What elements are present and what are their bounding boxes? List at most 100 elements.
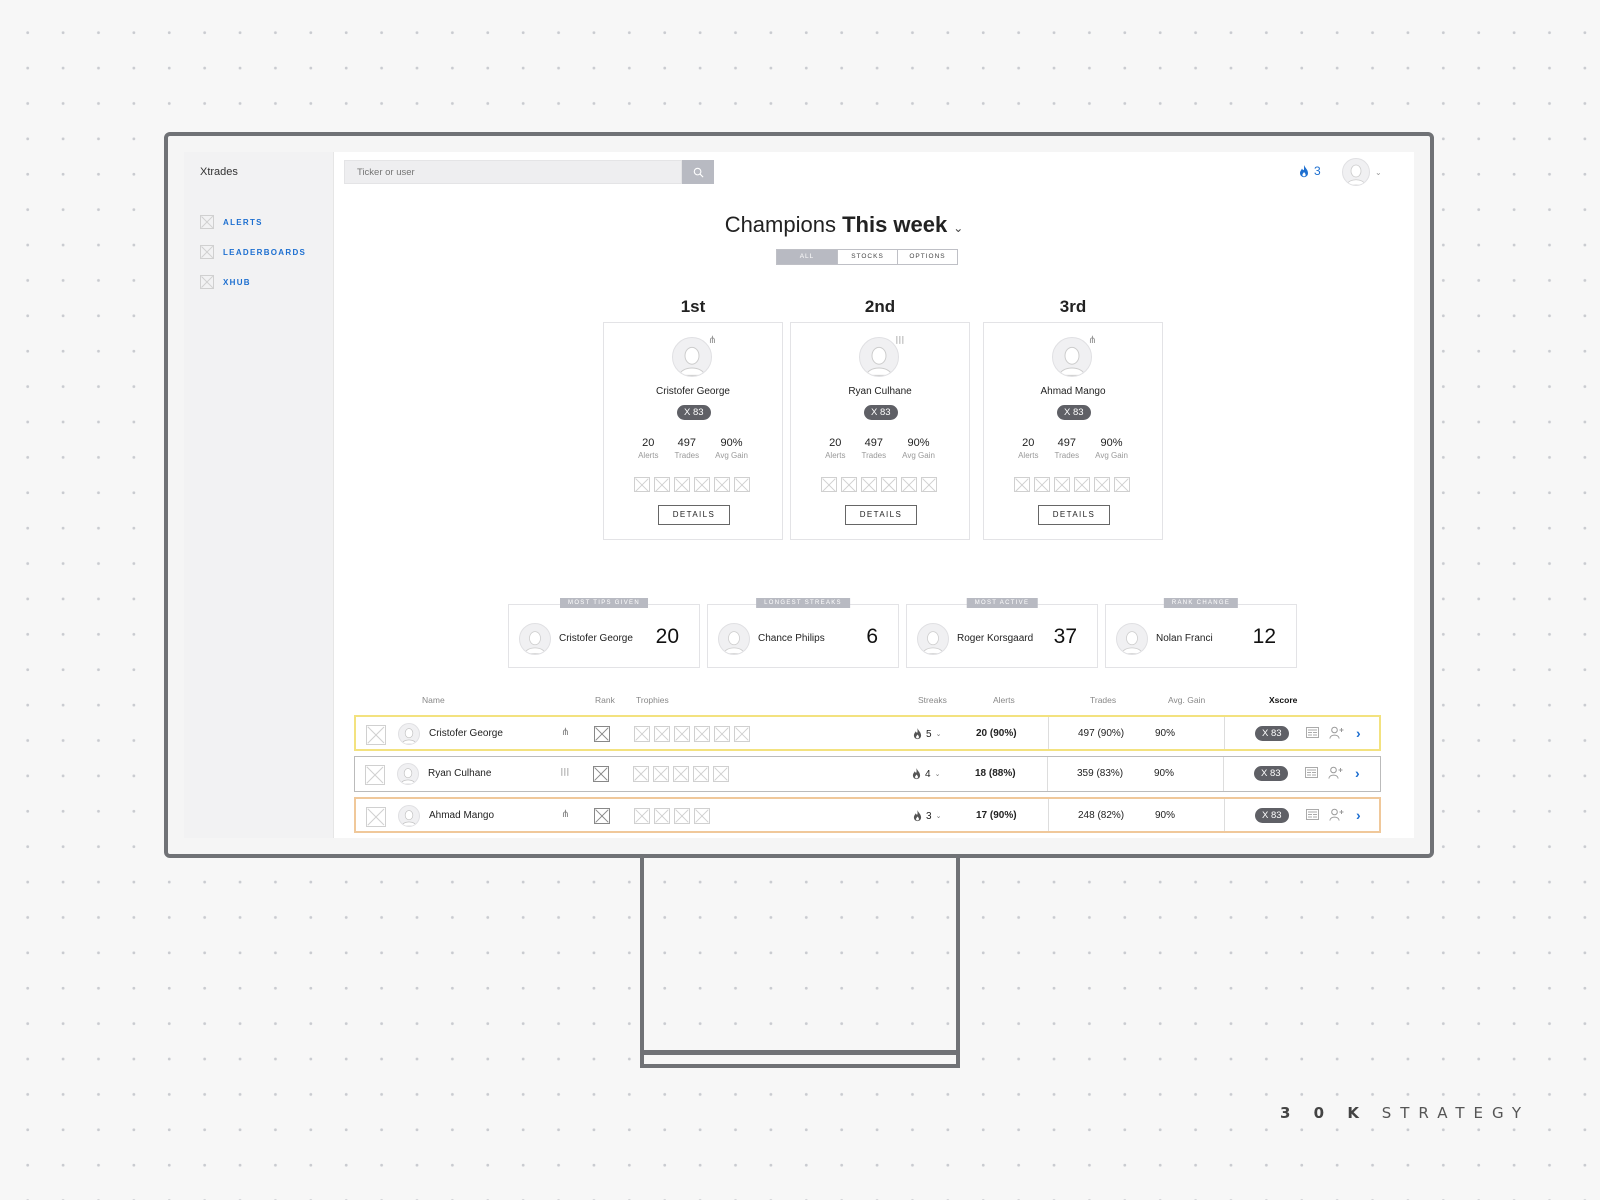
table-row[interactable]: Ryan Culhane ∣∣∣ 4 ⌄ 18 (88%) 359 (83%) … bbox=[354, 756, 1381, 792]
highlight-tag: MOST TIPS GIVEN bbox=[560, 598, 648, 608]
xscore-badge: X 83 bbox=[1254, 766, 1288, 781]
avatar bbox=[1116, 623, 1148, 655]
trophy-icon bbox=[634, 477, 650, 492]
details-button[interactable]: DETAILS bbox=[845, 505, 917, 525]
row-name[interactable]: Ahmad Mango bbox=[429, 810, 494, 821]
trophy-row bbox=[634, 808, 710, 824]
add-user-icon[interactable] bbox=[1329, 726, 1344, 739]
champion-stats: 20 Alerts 497 Trades 90% Avg Gain bbox=[604, 437, 782, 460]
trophy-icon bbox=[901, 477, 917, 492]
trades-cell: 359 (83%) bbox=[1077, 768, 1124, 779]
row-name[interactable]: Ryan Culhane bbox=[428, 768, 491, 779]
trophy-icon bbox=[694, 726, 710, 742]
add-user-icon[interactable] bbox=[1329, 808, 1344, 821]
streak-cell[interactable]: 3 ⌄ bbox=[913, 810, 941, 822]
flame-icon bbox=[913, 728, 922, 740]
trophy-icon bbox=[921, 477, 937, 492]
col-trades[interactable]: Trades bbox=[1090, 695, 1116, 705]
search-icon bbox=[693, 167, 703, 177]
table-row[interactable]: Ahmad Mango ⋔ 3 ⌄ 17 (90%) 248 (82%) 90%… bbox=[354, 797, 1381, 833]
tab-stocks[interactable]: STOCKS bbox=[837, 250, 897, 264]
trophy-icon bbox=[713, 766, 729, 782]
stat-label: Trades bbox=[1054, 451, 1080, 460]
place-label: 3rd bbox=[1059, 297, 1087, 316]
details-button[interactable]: DETAILS bbox=[658, 505, 730, 525]
select-checkbox[interactable] bbox=[366, 807, 386, 827]
chevron-down-icon[interactable]: ⌄ bbox=[953, 221, 963, 235]
trophy-icon bbox=[861, 477, 877, 492]
newspaper-icon[interactable] bbox=[1306, 809, 1319, 820]
avatar bbox=[672, 337, 712, 377]
highlight-card[interactable]: RANK CHANGE Nolan Franci 12 bbox=[1105, 598, 1297, 668]
row-name[interactable]: Cristofer George bbox=[429, 728, 503, 739]
alerts-icon bbox=[200, 215, 214, 229]
chevron-right-icon[interactable]: › bbox=[1356, 807, 1361, 823]
trophy-icon bbox=[694, 477, 710, 492]
chevron-down-icon: ⌄ bbox=[935, 731, 942, 738]
avatar bbox=[398, 805, 420, 827]
streak-count: 3 bbox=[1314, 164, 1321, 178]
monitor-base bbox=[640, 1050, 960, 1068]
rank-icon bbox=[594, 808, 610, 824]
col-avg-gain[interactable]: Avg. Gain bbox=[1168, 695, 1205, 705]
trophy-row bbox=[634, 477, 750, 492]
trophy-icon bbox=[634, 726, 650, 742]
podium-card: ⋔ Ahmad Mango X 83 20 Alerts 497 Trades 90… bbox=[983, 322, 1163, 540]
trophy-icon bbox=[654, 808, 670, 824]
col-alerts[interactable]: Alerts bbox=[993, 695, 1015, 705]
trades-cell: 497 (90%) bbox=[1078, 728, 1125, 739]
trophy-icon bbox=[674, 808, 690, 824]
app-screen: Xtrades ALERTS LEADERBOARDS XHUB Ticker … bbox=[184, 152, 1414, 838]
highlight-card[interactable]: LONGEST STREAKS Chance Philips 6 bbox=[707, 598, 899, 668]
sidebar-item-label: XHUB bbox=[223, 277, 251, 287]
trophy-icon bbox=[633, 766, 649, 782]
stat-value: 20 bbox=[1022, 437, 1035, 449]
sidebar-item-label: ALERTS bbox=[223, 217, 263, 227]
chevron-right-icon[interactable]: › bbox=[1356, 725, 1361, 741]
col-trophies[interactable]: Trophies bbox=[636, 695, 669, 705]
streak-counter[interactable]: 3 bbox=[1299, 164, 1321, 178]
highlight-card[interactable]: MOST TIPS GIVEN Cristofer George 20 bbox=[508, 598, 700, 668]
chevron-right-icon[interactable]: › bbox=[1355, 765, 1360, 781]
period-dropdown[interactable]: This week bbox=[842, 212, 947, 237]
trophy-icon bbox=[654, 726, 670, 742]
col-streaks[interactable]: Streaks bbox=[918, 695, 947, 705]
sidebar-item-xhub[interactable]: XHUB bbox=[200, 274, 306, 290]
trophy-row bbox=[821, 477, 937, 492]
satellite-icon: ⋔ bbox=[1088, 335, 1097, 346]
select-checkbox[interactable] bbox=[366, 725, 386, 745]
tab-all[interactable]: ALL bbox=[777, 250, 837, 264]
newspaper-icon[interactable] bbox=[1306, 727, 1319, 738]
streak-value: 3 bbox=[926, 810, 932, 822]
add-user-icon[interactable] bbox=[1328, 766, 1343, 779]
app-logo[interactable]: Xtrades bbox=[200, 166, 238, 178]
select-checkbox[interactable] bbox=[365, 765, 385, 785]
newspaper-icon[interactable] bbox=[1305, 767, 1318, 778]
col-xscore[interactable]: Xscore bbox=[1269, 695, 1297, 705]
search-input[interactable] bbox=[344, 160, 682, 184]
streak-cell[interactable]: 4 ⌄ bbox=[912, 768, 940, 780]
details-button[interactable]: DETAILS bbox=[1038, 505, 1110, 525]
divider bbox=[1047, 757, 1048, 791]
search-button[interactable] bbox=[682, 160, 714, 184]
tab-options[interactable]: OPTIONS bbox=[897, 250, 957, 264]
sidebar-item-alerts[interactable]: ALERTS bbox=[200, 214, 306, 230]
user-menu[interactable]: ⌄ bbox=[1342, 158, 1382, 186]
trophy-icon bbox=[1074, 477, 1090, 492]
trophy-icon bbox=[1054, 477, 1070, 492]
stat-label: Trades bbox=[861, 451, 887, 460]
highlight-card[interactable]: MOST ACTIVE Roger Korsgaard 37 bbox=[906, 598, 1098, 668]
page-title: Champions This week ⌄ bbox=[584, 212, 1104, 238]
trophy-row bbox=[634, 726, 750, 742]
waveform-icon: ∣∣∣ bbox=[560, 767, 570, 776]
col-name[interactable]: Name bbox=[422, 695, 445, 705]
streak-cell[interactable]: 5 ⌄ bbox=[913, 728, 941, 740]
trophy-row bbox=[633, 766, 729, 782]
table-header: Name Rank Trophies Streaks Alerts Trades… bbox=[184, 695, 1414, 709]
col-rank[interactable]: Rank bbox=[595, 695, 615, 705]
chevron-down-icon: ⌄ bbox=[1375, 167, 1382, 177]
stat-value: 20 bbox=[829, 437, 842, 449]
waveform-icon: ∣∣∣ bbox=[895, 335, 905, 344]
table-row[interactable]: Cristofer George ⋔ 5 ⌄ 20 (90%) 497 (90%… bbox=[354, 715, 1381, 751]
sidebar-item-leaderboards[interactable]: LEADERBOARDS bbox=[200, 244, 306, 260]
